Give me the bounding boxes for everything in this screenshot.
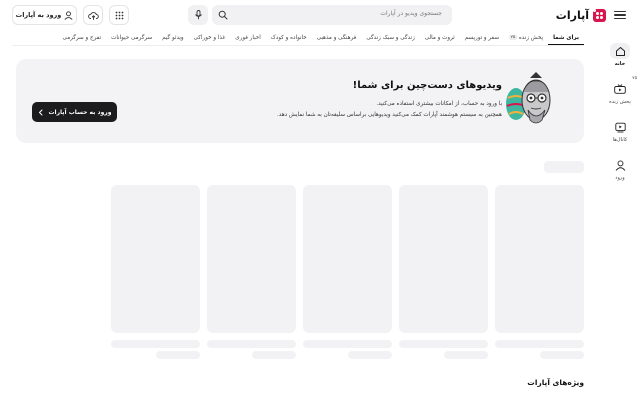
tab-label: اخبار فوری [235,35,261,41]
live-icon-wrap: ۷۵ [610,76,637,97]
tab-entertainment[interactable]: تفرج و سرگرمی [58,30,107,45]
live-tv-icon [614,84,626,94]
apps-grid-button[interactable] [109,5,129,25]
skeleton-video-meta [252,351,296,359]
search-icon[interactable] [218,10,228,20]
tab-travel[interactable]: سفر و توریسم [460,30,504,45]
menu-line [614,14,626,16]
sidebar-item-label: کانال‌ها [612,137,628,143]
skeleton-video-meta [156,351,200,359]
banner-title: ویدیوهای دست‌چین برای شما! [352,80,502,91]
skeleton-video-title [303,340,392,348]
voice-search-button[interactable] [188,5,208,25]
tab-label: فرهنگی و مذهبی [316,35,357,41]
menu-line [614,17,626,20]
sidebar-item-label: خانه [614,61,626,67]
skeleton-video-title [399,340,488,348]
skeleton-video-card [207,185,296,333]
logo-text: آپارات [555,8,589,22]
cta-label: ورود به حساب آپارات [48,108,112,116]
tab-family[interactable]: خانواده و کودک [266,30,312,45]
tab-finance[interactable]: ثروت و مالی [420,30,460,45]
login-button-label: ورود به آپارات [15,11,62,19]
live-count-badge: ۷۵ [509,35,517,40]
cloud-upload-icon [87,11,99,20]
home-icon-wrap [610,43,630,59]
channels-icon-wrap [610,119,630,135]
tab-lifestyle[interactable]: زندگی و سبک زندگی [361,30,419,45]
live-count-badge: ۷۵ [632,76,637,81]
tab-label: ثروت و مالی [424,35,455,41]
skeleton-video-meta [444,351,488,359]
category-tabs: برای شما پخش زنده ۷۵ سفر و توریسم ثروت و … [12,30,584,46]
banner-description-line: با ورود به حساب، از امکانات بیشتری استفا… [376,101,502,107]
skeleton-video-title [111,340,200,348]
login-icon-wrap [610,157,630,173]
tab-food[interactable]: غذا و خوراکی [189,30,231,45]
tab-label: ویدئو گیم [162,35,184,41]
sidebar-item-label: ورود [615,175,625,181]
aparat-logo-icon [593,8,606,22]
chevron-left-icon [38,109,43,115]
right-sidebar: خانه ۷۵ پخش زنده کانال‌ها [600,36,640,188]
sidebar-item-label: پخش زنده [609,99,631,105]
tab-label: تفرج و سرگرمی [62,35,102,41]
tab-news[interactable]: اخبار فوری [230,30,266,45]
sidebar-item-live[interactable]: ۷۵ پخش زنده [600,74,640,112]
login-to-aparat-button[interactable]: ورود به حساب آپارات [32,102,117,122]
skeleton-video-meta [540,351,584,359]
hamburger-menu-button[interactable] [614,9,626,21]
skeleton-video-card [495,185,584,333]
tab-label: سفر و توریسم [464,35,500,41]
personalized-videos-banner: ویدیوهای دست‌چین برای شما! با ورود به حس… [16,59,584,143]
tab-label: سرگرمی حیوانات [111,35,153,41]
skeleton-video-title [207,340,296,348]
skeleton-video-card [399,185,488,333]
tab-label: غذا و خوراکی [193,35,226,41]
skeleton-video-card [111,185,200,333]
home-icon [615,46,625,56]
search-input[interactable]: جستجوی ویدیو در آپارات [212,5,452,25]
tab-for-you[interactable]: برای شما [548,30,584,45]
search-placeholder: جستجوی ویدیو در آپارات [380,10,442,17]
menu-line [614,11,626,13]
tab-label: خانواده و کودک [270,35,307,41]
skeleton-video-card [303,185,392,333]
mascot-illustration [506,72,551,124]
user-icon [615,159,625,171]
tab-label: برای شما [553,35,579,41]
tab-live[interactable]: پخش زنده ۷۵ [504,30,548,45]
sidebar-item-login[interactable]: ورود [600,150,640,188]
microphone-icon [194,10,202,20]
login-button[interactable]: ورود به آپارات [12,5,77,25]
skeleton-video-meta [348,351,392,359]
tab-pets[interactable]: سرگرمی حیوانات [106,30,157,45]
aparat-logo[interactable]: آپارات [556,7,606,23]
skeleton-video-title [495,340,584,348]
sidebar-item-channels[interactable]: کانال‌ها [600,112,640,150]
top-header: آپارات جستجوی ویدیو در آپارات ورود به آپ… [0,0,640,30]
upload-button[interactable] [83,5,103,25]
user-icon [64,10,73,20]
tab-culture[interactable]: فرهنگی و مذهبی [312,30,362,45]
play-square-icon [614,122,626,132]
sidebar-item-home[interactable]: خانه [600,36,640,74]
skeleton-section-heading [544,161,584,173]
tab-label: زندگی و سبک زندگی [366,35,415,41]
section-title-aparat-specials: ویژه‌های آپارات [527,378,584,387]
grid-dots-icon [115,11,123,19]
tab-label: پخش زنده [518,35,544,41]
banner-description-line: همچنین به سیستم هوشمند آپارات کمک می‌کنی… [276,112,502,118]
tab-video-game[interactable]: ویدئو گیم [157,30,189,45]
